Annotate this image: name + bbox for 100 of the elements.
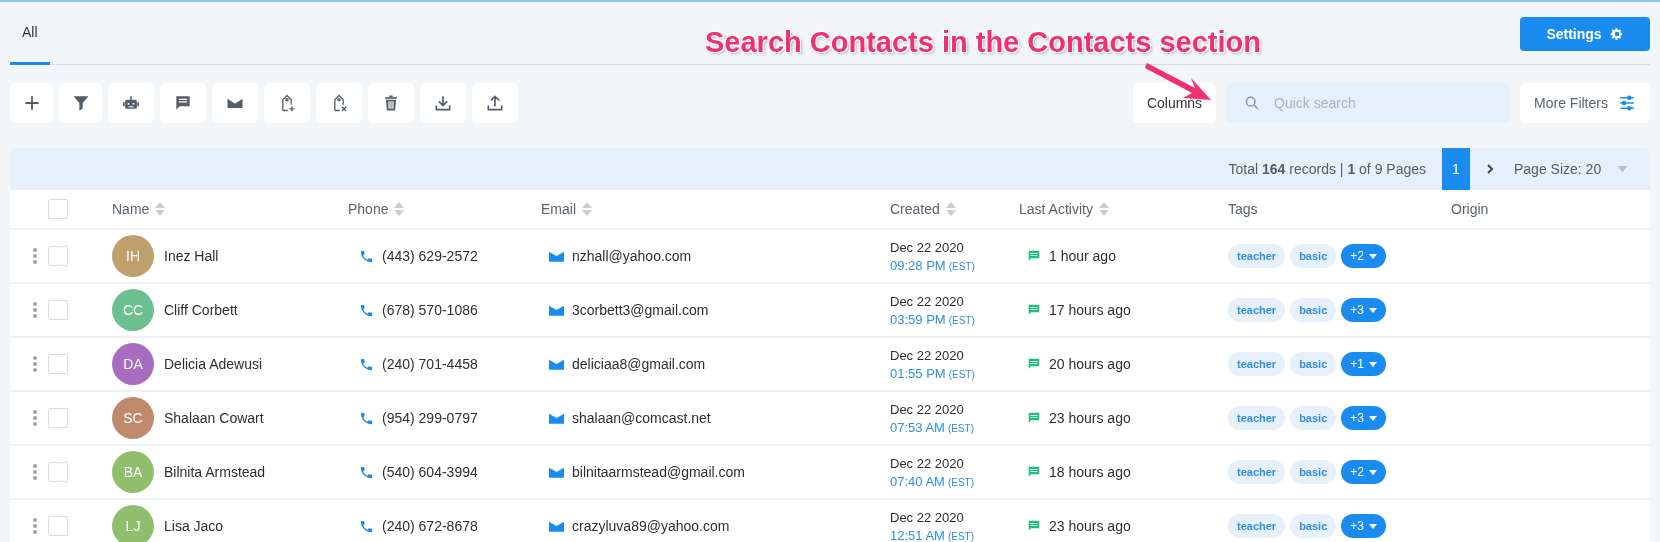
column-header[interactable]: Origin bbox=[1451, 201, 1489, 217]
row-checkbox[interactable] bbox=[48, 516, 68, 536]
phone-icon bbox=[359, 356, 374, 372]
email-address: crazyluva89@yahoo.com bbox=[572, 518, 730, 534]
settings-icon bbox=[1609, 27, 1624, 41]
tag[interactable]: basic bbox=[1290, 514, 1337, 538]
contact-name[interactable]: Shalaan Cowart bbox=[164, 410, 264, 426]
select-all-checkbox[interactable] bbox=[48, 199, 68, 219]
last-activity: 18 hours ago bbox=[1049, 464, 1131, 480]
tag[interactable]: teacher bbox=[1228, 514, 1286, 538]
column-header[interactable]: Tags bbox=[1228, 201, 1258, 217]
last-activity: 23 hours ago bbox=[1049, 518, 1131, 534]
row-checkbox[interactable] bbox=[48, 462, 68, 482]
column-header[interactable]: Email bbox=[541, 201, 592, 217]
tag[interactable]: teacher bbox=[1228, 460, 1286, 484]
created-time: 12:51 AM bbox=[890, 527, 945, 542]
chat-icon bbox=[1027, 465, 1041, 479]
timezone: (EST) bbox=[947, 422, 975, 434]
phone-icon bbox=[359, 518, 374, 534]
tag[interactable]: basic bbox=[1290, 352, 1337, 376]
row-menu-icon[interactable] bbox=[33, 248, 37, 264]
more-tags-button[interactable]: +2 bbox=[1341, 460, 1386, 484]
contact-name[interactable]: Inez Hall bbox=[164, 248, 219, 264]
sort-icon[interactable] bbox=[945, 202, 956, 216]
phone-number: (954) 299-0797 bbox=[382, 410, 478, 426]
robot-button[interactable] bbox=[108, 83, 154, 123]
sort-icon[interactable] bbox=[155, 202, 166, 216]
tag[interactable]: basic bbox=[1290, 406, 1337, 430]
filter-button[interactable] bbox=[59, 83, 102, 123]
more-tags-button[interactable]: +2 bbox=[1341, 244, 1386, 268]
page-button[interactable]: 1 bbox=[1442, 148, 1470, 190]
tag[interactable]: teacher bbox=[1228, 352, 1286, 376]
tab[interactable]: All bbox=[10, 24, 50, 65]
more-tags-button[interactable]: +3 bbox=[1341, 514, 1386, 538]
contact-name[interactable]: Bilnita Armstead bbox=[164, 464, 266, 480]
tag[interactable]: basic bbox=[1290, 244, 1337, 268]
page-size-dropdown[interactable]: Page Size: 20 bbox=[1514, 161, 1631, 177]
envelope-icon bbox=[549, 304, 564, 316]
created-date: Dec 22 2020 bbox=[890, 347, 964, 363]
more-tags-button[interactable]: +3 bbox=[1341, 298, 1386, 322]
contact-name[interactable]: Delicia Adewusi bbox=[164, 356, 263, 372]
download-icon bbox=[433, 93, 453, 113]
sort-icon[interactable] bbox=[394, 202, 405, 216]
chat-icon bbox=[1027, 249, 1041, 263]
created-time: 03:59 PM bbox=[890, 311, 946, 327]
caret-icon bbox=[1368, 415, 1377, 421]
row-menu-icon[interactable] bbox=[33, 356, 37, 372]
column-header[interactable]: Name bbox=[112, 201, 166, 217]
created-date: Dec 22 2020 bbox=[890, 509, 964, 525]
columns-button[interactable]: Columns bbox=[1133, 83, 1216, 123]
contact-name[interactable]: Cliff Corbett bbox=[164, 302, 238, 318]
created-time: 07:40 AM bbox=[890, 473, 945, 489]
mail-button[interactable] bbox=[212, 83, 258, 123]
more-tags-button[interactable]: +3 bbox=[1341, 406, 1386, 430]
row-menu-icon[interactable] bbox=[33, 518, 37, 534]
timezone: (EST) bbox=[948, 314, 975, 326]
caret-icon bbox=[1368, 307, 1377, 313]
caret-icon bbox=[1617, 166, 1629, 172]
row-checkbox[interactable] bbox=[48, 246, 68, 266]
row-menu-icon[interactable] bbox=[33, 464, 37, 480]
tag[interactable]: teacher bbox=[1228, 244, 1286, 268]
tag-remove-button[interactable] bbox=[316, 83, 362, 123]
download-button[interactable] bbox=[420, 83, 466, 123]
envelope-icon bbox=[549, 250, 564, 262]
add-button[interactable] bbox=[10, 83, 53, 123]
upload-icon bbox=[485, 93, 505, 113]
tag[interactable]: basic bbox=[1290, 298, 1337, 322]
next-page-icon[interactable] bbox=[1484, 163, 1496, 175]
chat-button[interactable] bbox=[160, 83, 206, 123]
phone-icon bbox=[359, 410, 374, 426]
last-activity: 1 hour ago bbox=[1049, 248, 1116, 264]
trash-button[interactable] bbox=[368, 83, 414, 123]
row-menu-icon[interactable] bbox=[33, 410, 37, 426]
phone-icon bbox=[359, 464, 374, 480]
sort-icon[interactable] bbox=[582, 202, 592, 216]
column-header[interactable]: Phone bbox=[348, 201, 405, 217]
last-activity: 23 hours ago bbox=[1049, 410, 1131, 426]
created-time: 09:28 PM bbox=[890, 257, 946, 273]
more-filters-button[interactable]: More Filters bbox=[1520, 83, 1650, 123]
tag-add-button[interactable] bbox=[264, 83, 310, 123]
search-field[interactable]: Quick search bbox=[1226, 83, 1510, 123]
sort-icon[interactable] bbox=[1098, 202, 1109, 216]
settings-button[interactable]: Settings bbox=[1520, 17, 1650, 51]
caret-icon bbox=[1368, 523, 1377, 529]
phone-number: (240) 672-8678 bbox=[382, 518, 478, 534]
column-header[interactable]: Last Activity bbox=[1019, 201, 1109, 217]
tag[interactable]: teacher bbox=[1228, 406, 1286, 430]
row-checkbox[interactable] bbox=[48, 354, 68, 374]
row-checkbox[interactable] bbox=[48, 300, 68, 320]
more-tags-button[interactable]: +1 bbox=[1341, 352, 1386, 376]
tag[interactable]: teacher bbox=[1228, 298, 1286, 322]
column-header[interactable]: Created bbox=[890, 201, 956, 217]
upload-button[interactable] bbox=[472, 83, 518, 123]
row-menu-icon[interactable] bbox=[33, 302, 37, 318]
row-checkbox[interactable] bbox=[48, 408, 68, 428]
caret-icon bbox=[1368, 469, 1377, 475]
last-activity: 17 hours ago bbox=[1049, 302, 1131, 318]
avatar: DA bbox=[112, 343, 154, 385]
contact-name[interactable]: Lisa Jaco bbox=[164, 518, 224, 534]
tag[interactable]: basic bbox=[1290, 460, 1337, 484]
